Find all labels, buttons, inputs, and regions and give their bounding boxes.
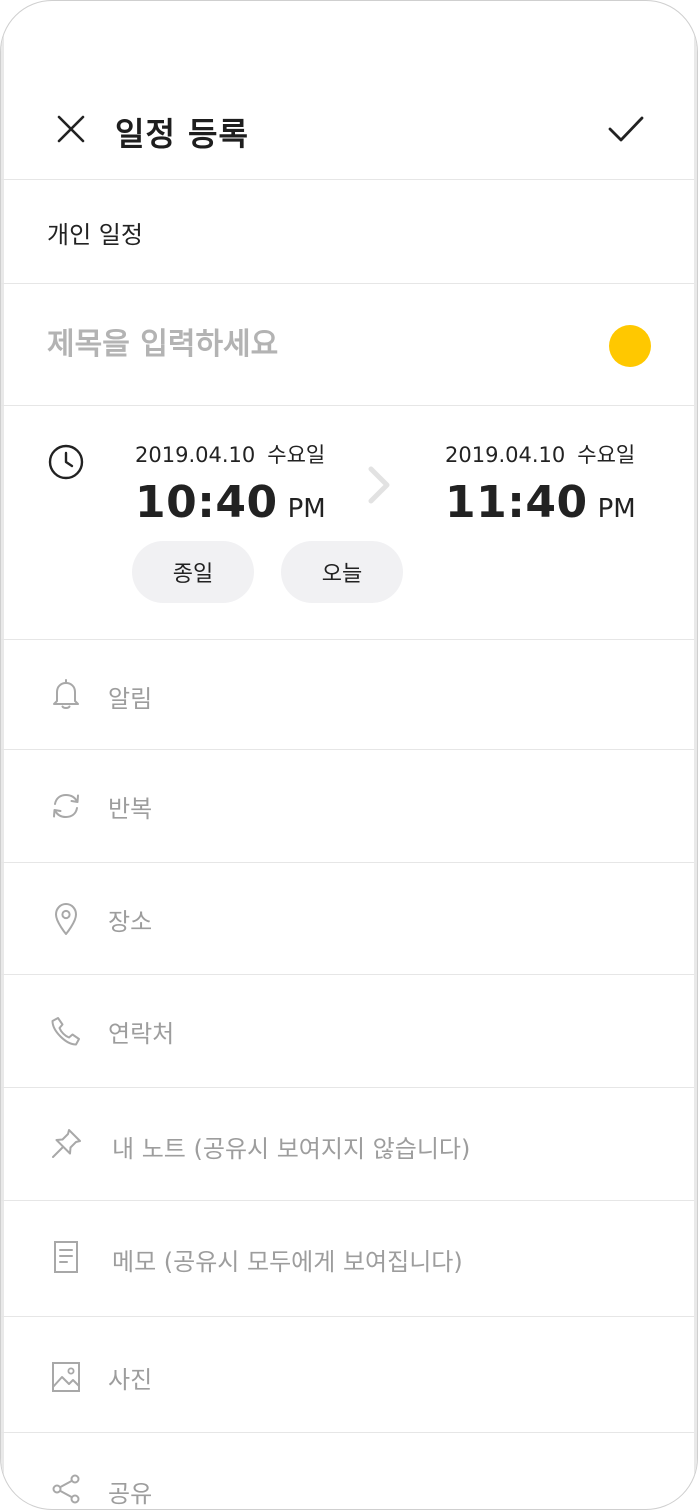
time-section: 2019.04.10 수요일 10:40 PM 2019.04.10 수요일 11:4… bbox=[1, 405, 697, 640]
start-day-of-week: 수요일 bbox=[267, 443, 326, 467]
memo-icon bbox=[47, 1238, 85, 1276]
location-pin-icon bbox=[47, 900, 85, 938]
chevron-right-icon bbox=[368, 466, 390, 504]
option-contact[interactable]: 연락처 bbox=[1, 974, 697, 1088]
clock-icon bbox=[48, 444, 84, 480]
option-label: 알림 bbox=[108, 685, 153, 713]
end-time-line: 11:40 PM bbox=[445, 477, 636, 528]
option-label: 반복 bbox=[108, 795, 153, 823]
option-label: 장소 bbox=[108, 908, 153, 936]
repeat-icon bbox=[47, 787, 85, 825]
option-label: 메모 (공유시 모두에게 보여집니다) bbox=[112, 1248, 463, 1276]
end-day-of-week: 수요일 bbox=[577, 443, 636, 467]
start-time-line: 10:40 PM bbox=[135, 477, 326, 528]
end-date: 2019.04.10 bbox=[445, 443, 566, 467]
all-day-button[interactable]: 종일 bbox=[132, 541, 254, 603]
header-bar: 일정 등록 bbox=[1, 1, 697, 180]
option-label: 내 노트 (공유시 보여지지 않습니다) bbox=[112, 1135, 471, 1163]
close-icon bbox=[57, 115, 85, 143]
option-photo[interactable]: 사진 bbox=[1, 1316, 697, 1433]
confirm-button[interactable] bbox=[603, 107, 649, 151]
option-label: 사진 bbox=[108, 1366, 153, 1394]
page-title: 일정 등록 bbox=[115, 115, 249, 153]
start-ampm: PM bbox=[287, 494, 326, 524]
end-date-line: 2019.04.10 수요일 bbox=[445, 439, 636, 469]
end-ampm: PM bbox=[597, 494, 636, 524]
option-label: 공유 bbox=[108, 1480, 153, 1508]
option-alarm[interactable]: 알림 bbox=[1, 639, 697, 750]
photo-icon bbox=[47, 1358, 85, 1396]
start-time-value: 10:40 bbox=[135, 477, 278, 528]
option-label: 연락처 bbox=[108, 1020, 175, 1048]
option-repeat[interactable]: 반복 bbox=[1, 749, 697, 863]
option-location[interactable]: 장소 bbox=[1, 862, 697, 975]
close-button[interactable] bbox=[49, 107, 93, 151]
share-icon bbox=[47, 1470, 85, 1508]
end-time-value: 11:40 bbox=[445, 477, 588, 528]
start-time[interactable]: 2019.04.10 수요일 10:40 PM bbox=[135, 439, 326, 528]
event-title-row bbox=[1, 283, 697, 406]
calendar-label: 개인 일정 bbox=[47, 221, 143, 249]
option-share[interactable]: 공유 bbox=[1, 1432, 697, 1509]
phone-icon bbox=[47, 1012, 85, 1050]
bell-icon bbox=[47, 675, 85, 713]
option-my-note[interactable]: 내 노트 (공유시 보여지지 않습니다) bbox=[1, 1087, 697, 1201]
pin-icon bbox=[47, 1125, 85, 1163]
today-button[interactable]: 오늘 bbox=[281, 541, 403, 603]
calendar-selector[interactable]: 개인 일정 bbox=[1, 179, 697, 284]
start-date-line: 2019.04.10 수요일 bbox=[135, 439, 326, 469]
checkmark-icon bbox=[608, 116, 644, 142]
app-screen: 일정 등록 개인 일정 2019.04.10 수요일 10:40 PM bbox=[0, 0, 698, 1510]
end-time[interactable]: 2019.04.10 수요일 11:40 PM bbox=[445, 439, 636, 528]
option-memo[interactable]: 메모 (공유시 모두에게 보여집니다) bbox=[1, 1200, 697, 1317]
color-picker-dot[interactable] bbox=[609, 325, 651, 367]
event-title-input[interactable] bbox=[47, 321, 567, 367]
start-date: 2019.04.10 bbox=[135, 443, 256, 467]
